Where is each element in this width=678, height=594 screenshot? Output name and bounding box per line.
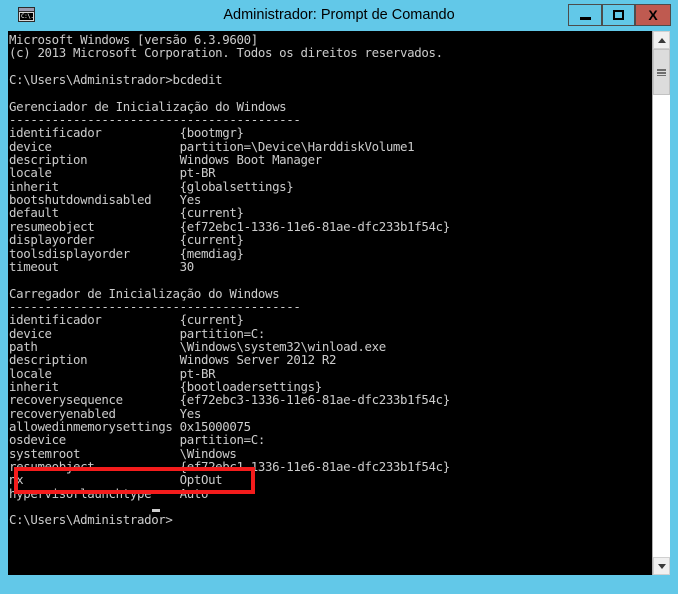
scrollbar-thumb[interactable] [653, 49, 670, 95]
window-titlebar[interactable]: C:\. Administrador: Prompt de Comando X [0, 0, 678, 30]
console-text: Microsoft Windows [versão 6.3.9600] (c) … [9, 32, 450, 528]
console-scrollbar[interactable] [652, 31, 670, 575]
console-output-area[interactable]: Microsoft Windows [versão 6.3.9600] (c) … [8, 31, 652, 575]
scrollbar-grip-icon [657, 68, 666, 76]
chevron-up-icon [657, 37, 666, 43]
command-prompt-window: C:\. Administrador: Prompt de Comando X … [0, 0, 678, 594]
minimize-icon [579, 16, 591, 20]
hypervisorlaunchtype-highlight-box [14, 467, 255, 494]
close-button[interactable]: X [635, 4, 671, 26]
console-cursor [152, 509, 160, 512]
chevron-down-icon [657, 563, 666, 569]
scroll-up-button[interactable] [653, 31, 670, 49]
maximize-icon [613, 10, 624, 20]
scroll-down-button[interactable] [653, 557, 670, 575]
minimize-button[interactable] [568, 4, 602, 26]
close-icon: X [648, 7, 658, 23]
maximize-button[interactable] [602, 4, 635, 26]
